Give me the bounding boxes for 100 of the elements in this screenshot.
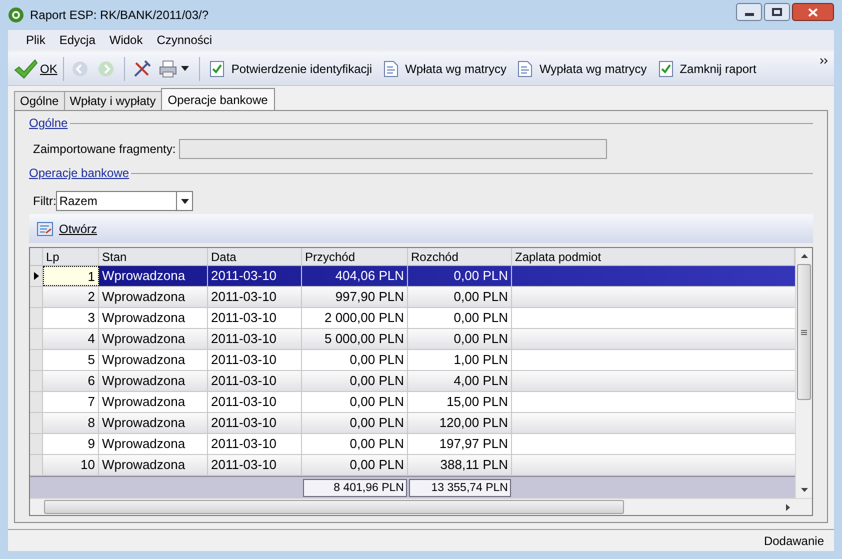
table-row[interactable]: 2 Wprowadzona 2011-03-10 997,90 PLN 0,00 PLN bbox=[30, 287, 795, 308]
column-header[interactable]: Stan bbox=[99, 248, 208, 265]
minimize-button[interactable] bbox=[736, 3, 762, 21]
table-cell: Wprowadzona bbox=[99, 371, 208, 391]
printer-icon[interactable] bbox=[159, 60, 178, 78]
total-cell: 8 401,96 PLN bbox=[303, 478, 407, 496]
scrollbar-thumb[interactable] bbox=[44, 500, 624, 514]
column-header[interactable]: Lp bbox=[43, 248, 99, 265]
scroll-right-icon[interactable] bbox=[786, 504, 790, 510]
table-cell: 0,00 PLN bbox=[408, 329, 512, 349]
maximize-button[interactable] bbox=[764, 3, 790, 21]
menu-item[interactable]: Widok bbox=[109, 31, 143, 49]
toolbar-action-button[interactable]: Potwierdzenie identyfikacji bbox=[204, 60, 378, 78]
table-cell: 2011-03-10 bbox=[208, 287, 302, 307]
column-header[interactable]: Rozchód bbox=[408, 248, 512, 265]
toolbar-action-button[interactable]: Wypłata wg matrycy bbox=[512, 60, 653, 78]
table-cell: 2011-03-10 bbox=[208, 434, 302, 454]
menu-item[interactable]: Czynności bbox=[156, 31, 212, 49]
table-row[interactable]: 7 Wprowadzona 2011-03-10 0,00 PLN 15,00 PLN bbox=[30, 392, 795, 413]
overflow-chevron-icon[interactable] bbox=[820, 58, 828, 64]
table-cell: 5 000,00 PLN bbox=[302, 329, 408, 349]
scrollbar-thumb[interactable] bbox=[797, 264, 811, 400]
table-cell: 5 bbox=[43, 350, 99, 370]
column-header[interactable]: Przychód bbox=[302, 248, 408, 265]
scroll-up-icon[interactable] bbox=[800, 254, 808, 258]
status-text: Dodawanie bbox=[764, 532, 824, 550]
app-logo-icon bbox=[8, 7, 24, 23]
forward-icon[interactable] bbox=[98, 60, 114, 76]
table-cell: 2011-03-10 bbox=[208, 371, 302, 391]
table-cell: 0,00 PLN bbox=[302, 413, 408, 433]
table-cell: 120,00 PLN bbox=[408, 413, 512, 433]
back-icon[interactable] bbox=[72, 60, 88, 76]
edit-document-icon bbox=[37, 222, 53, 236]
total-cell: 13 355,74 PLN bbox=[409, 478, 511, 496]
menu-item[interactable]: Plik bbox=[26, 31, 46, 49]
table-cell: 0,00 PLN bbox=[302, 392, 408, 412]
current-row-icon bbox=[34, 272, 38, 280]
checkmark-icon bbox=[14, 58, 38, 78]
table-cell: 0,00 PLN bbox=[302, 350, 408, 370]
tab[interactable]: Operacje bankowe bbox=[160, 88, 275, 110]
filter-label: Filtr: bbox=[33, 193, 56, 210]
table-cell: 2 000,00 PLN bbox=[302, 308, 408, 328]
table-cell: 15,00 PLN bbox=[408, 392, 512, 412]
filter-dropdown[interactable]: Razem bbox=[56, 191, 194, 211]
table-cell: 2011-03-10 bbox=[208, 308, 302, 328]
table-cell: 7 bbox=[43, 392, 99, 412]
table-cell: 1,00 PLN bbox=[408, 350, 512, 370]
grip-icon bbox=[801, 330, 807, 334]
document-icon bbox=[384, 60, 398, 76]
table-cell: 10 bbox=[43, 455, 99, 475]
table-row[interactable]: 3 Wprowadzona 2011-03-10 2 000,00 PLN 0,00 PLN bbox=[30, 308, 795, 329]
table-cell: 2 bbox=[43, 287, 99, 307]
menu-item[interactable]: Edycja bbox=[59, 31, 96, 49]
table-row[interactable]: 8 Wprowadzona 2011-03-10 0,00 PLN 120,00 PLN bbox=[30, 413, 795, 434]
maximize-icon bbox=[772, 8, 782, 16]
table-cell: 1 bbox=[43, 266, 99, 286]
table-row[interactable]: 9 Wprowadzona 2011-03-10 0,00 PLN 197,97 PLN bbox=[30, 434, 795, 455]
toolbar-action-button[interactable]: Wpłata wg matrycy bbox=[378, 60, 512, 78]
table-cell: 388,11 PLN bbox=[408, 455, 512, 475]
table-cell: 2011-03-10 bbox=[208, 413, 302, 433]
table-row[interactable]: 4 Wprowadzona 2011-03-10 5 000,00 PLN 0,00 PLN bbox=[30, 329, 795, 350]
table-row[interactable]: 6 Wprowadzona 2011-03-10 0,00 PLN 4,00 PLN bbox=[30, 371, 795, 392]
table-cell: Wprowadzona bbox=[99, 434, 208, 454]
minimize-icon bbox=[744, 13, 754, 16]
dropdown-caret-icon bbox=[180, 198, 189, 204]
table-cell: 404,06 PLN bbox=[302, 266, 408, 286]
horizontal-scrollbar[interactable] bbox=[30, 498, 812, 515]
table-cell: 0,00 PLN bbox=[302, 434, 408, 454]
window-title: Raport ESP: RK/BANK/2011/03/? bbox=[30, 7, 209, 24]
tools-icon[interactable] bbox=[133, 60, 152, 78]
table-cell: Wprowadzona bbox=[99, 392, 208, 412]
imported-fragments-field[interactable] bbox=[179, 139, 607, 159]
table-cell: 197,97 PLN bbox=[408, 434, 512, 454]
table-row[interactable]: 10 Wprowadzona 2011-03-10 0,00 PLN 388,11 PLN bbox=[30, 455, 795, 476]
document-icon bbox=[518, 60, 532, 76]
close-icon bbox=[808, 8, 818, 16]
table-cell: Wprowadzona bbox=[99, 350, 208, 370]
table-cell: Wprowadzona bbox=[99, 308, 208, 328]
vertical-scrollbar[interactable] bbox=[795, 248, 812, 498]
section-heading: Ogólne bbox=[29, 115, 68, 132]
checklist-icon bbox=[658, 60, 673, 76]
tab[interactable]: Wpłaty i wypłaty bbox=[64, 91, 162, 110]
table-cell: 0,00 PLN bbox=[408, 308, 512, 328]
open-button[interactable]: Otwórz bbox=[37, 220, 98, 238]
close-button[interactable] bbox=[792, 3, 834, 21]
table-cell: 6 bbox=[43, 371, 99, 391]
table-row[interactable]: 5 Wprowadzona 2011-03-10 0,00 PLN 1,00 PLN bbox=[30, 350, 795, 371]
table-cell: 8 bbox=[43, 413, 99, 433]
toolbar-action-button[interactable]: Zamknij raport bbox=[652, 60, 762, 78]
column-header[interactable]: Data bbox=[208, 248, 302, 265]
ok-button[interactable]: OK bbox=[12, 58, 60, 78]
table-cell: 0,00 PLN bbox=[302, 371, 408, 391]
row-selector[interactable] bbox=[30, 266, 43, 286]
table-row[interactable]: 1 Wprowadzona 2011-03-10 404,06 PLN 0,00 PLN bbox=[30, 266, 795, 287]
table-cell: 0,00 PLN bbox=[408, 266, 512, 286]
tab[interactable]: Ogólne bbox=[14, 91, 65, 110]
table-cell: 0,00 PLN bbox=[408, 287, 512, 307]
checklist-icon bbox=[210, 60, 224, 76]
dropdown-caret-icon[interactable] bbox=[181, 66, 190, 71]
scroll-down-icon[interactable] bbox=[800, 488, 808, 492]
